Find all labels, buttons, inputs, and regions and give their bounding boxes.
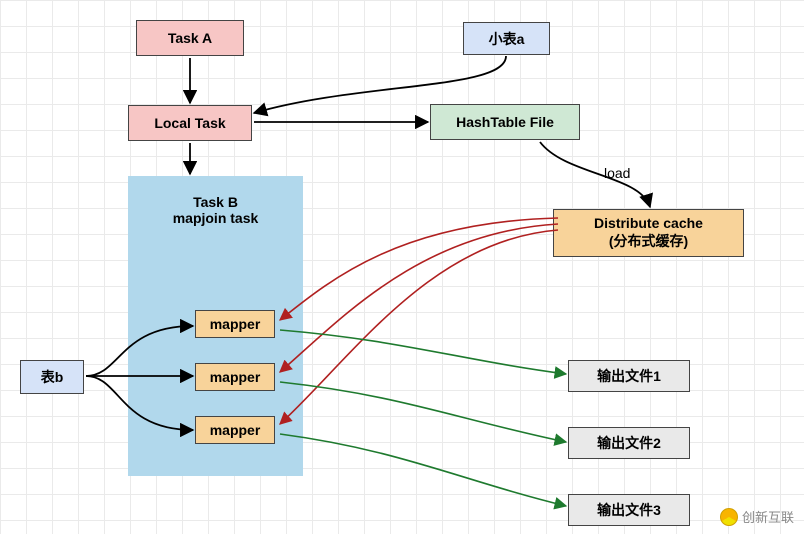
- task-a: Task A: [136, 20, 244, 56]
- arrow-mapper2-out2: [280, 382, 566, 442]
- arrow-cache-mapper3: [280, 230, 558, 424]
- hashtable-file: HashTable File: [430, 104, 580, 140]
- arrow-hashtable-cache: [540, 142, 650, 207]
- output-file-3: 输出文件3: [568, 494, 690, 526]
- watermark: 创新互联: [720, 507, 794, 526]
- taskb-title2: mapjoin task: [128, 210, 303, 226]
- output-file-1: 输出文件1: [568, 360, 690, 392]
- distribute-cache-line1: Distribute cache: [594, 215, 703, 231]
- arrow-cache-mapper1: [280, 218, 558, 320]
- arrow-mapper3-out3: [280, 434, 566, 506]
- distribute-cache: Distribute cache (分布式缓存): [553, 209, 744, 257]
- mapper-1: mapper: [195, 310, 275, 338]
- distribute-cache-line2: (分布式缓存): [609, 231, 688, 251]
- local-task: Local Task: [128, 105, 252, 141]
- watermark-text: 创新互联: [742, 507, 794, 526]
- watermark-logo-icon: [720, 508, 738, 526]
- output-file-2: 输出文件2: [568, 427, 690, 459]
- taskb-title1: Task B: [128, 176, 303, 210]
- table-b: 表b: [20, 360, 84, 394]
- arrow-mapper1-out1: [280, 330, 566, 374]
- load-label: load: [604, 165, 630, 181]
- mapper-2: mapper: [195, 363, 275, 391]
- small-table-a: 小表a: [463, 22, 550, 55]
- arrow-cache-mapper2: [280, 224, 558, 372]
- mapper-3: mapper: [195, 416, 275, 444]
